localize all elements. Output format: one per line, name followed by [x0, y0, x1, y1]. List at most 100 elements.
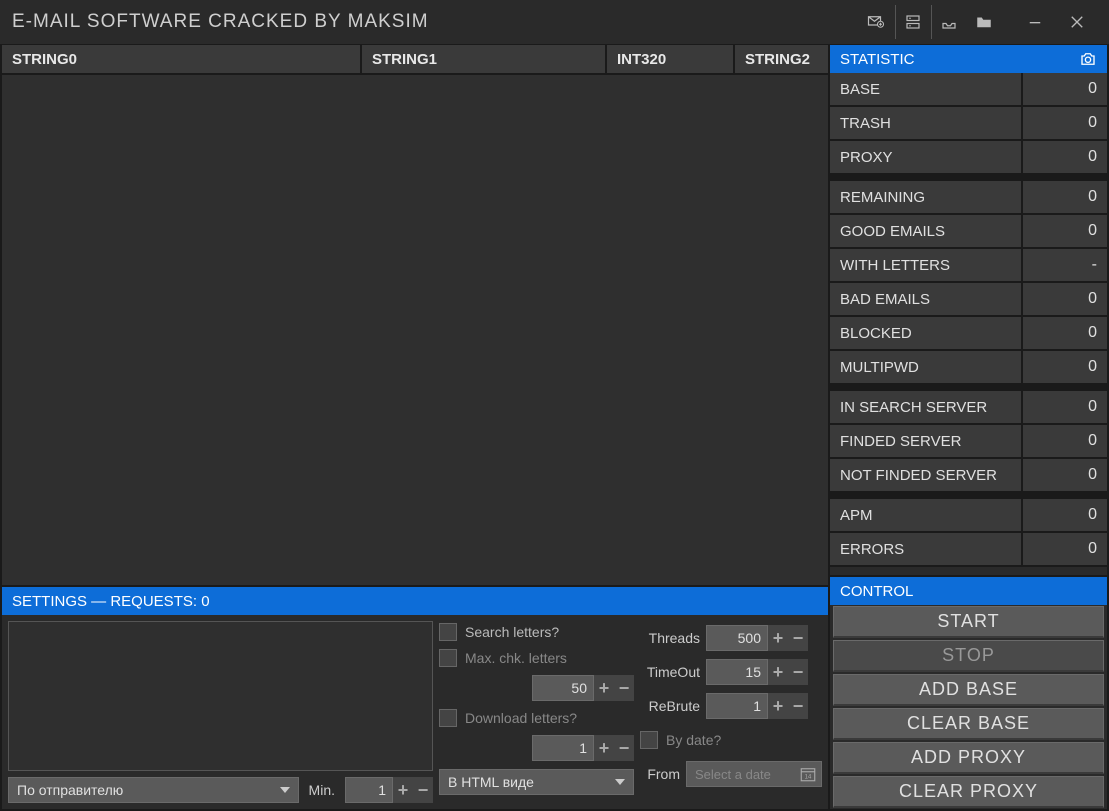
add-base-button[interactable]: ADD BASE [833, 674, 1104, 706]
download-letters-check[interactable]: Download letters? [439, 709, 634, 727]
min-minus-icon[interactable]: − [413, 777, 433, 803]
stat-label: BAD EMAILS [830, 283, 1023, 315]
settings-textarea[interactable] [8, 621, 433, 771]
stat-row: IN SEARCH SERVER0 [830, 385, 1107, 425]
stop-button[interactable]: STOP [833, 640, 1104, 672]
minimize-button[interactable] [1015, 5, 1055, 39]
minus-icon[interactable]: − [614, 675, 634, 701]
checkbox-icon[interactable] [439, 709, 457, 727]
stat-value: 0 [1023, 533, 1107, 565]
timeout-stepper[interactable]: + − [706, 659, 808, 685]
table-header: STRING0 STRING1 INT320 STRING2 [2, 45, 828, 75]
stat-value: 0 [1023, 141, 1107, 173]
stat-label: IN SEARCH SERVER [830, 391, 1023, 423]
svg-text:14: 14 [805, 775, 812, 781]
stat-row: PROXY0 [830, 141, 1107, 175]
tray-icon[interactable] [931, 5, 965, 39]
stat-label: APM [830, 499, 1023, 531]
stat-value: 0 [1023, 181, 1107, 213]
close-button[interactable] [1057, 5, 1097, 39]
stat-row: GOOD EMAILS0 [830, 215, 1107, 249]
stat-label: BLOCKED [830, 317, 1023, 349]
stat-label: TRASH [830, 107, 1023, 139]
max-chk-check[interactable]: Max. chk. letters [439, 649, 634, 667]
stat-row: MULTIPWD0 [830, 351, 1107, 385]
timeout-input[interactable] [706, 659, 768, 685]
download-stepper[interactable]: + − [532, 735, 634, 761]
clear-base-button[interactable]: CLEAR BASE [833, 708, 1104, 740]
stat-value: 0 [1023, 391, 1107, 423]
download-input[interactable] [532, 735, 594, 761]
statistic-table: BASE0TRASH0PROXY0REMAINING0GOOD EMAILS0W… [830, 73, 1107, 567]
control-header: CONTROL [830, 577, 1107, 605]
camera-icon[interactable] [1079, 50, 1097, 68]
minus-icon[interactable]: − [788, 625, 808, 651]
col-int320[interactable]: INT320 [607, 45, 735, 73]
stat-label: BASE [830, 73, 1023, 105]
stat-value: 0 [1023, 107, 1107, 139]
col-string2[interactable]: STRING2 [735, 45, 828, 73]
server-icon[interactable] [895, 5, 929, 39]
titlebar: E-MAIL SOFTWARE CRACKED BY MAKSIM [0, 0, 1109, 45]
plus-icon[interactable]: + [594, 675, 614, 701]
min-label: Min. [305, 782, 339, 798]
stat-row: BLOCKED0 [830, 317, 1107, 351]
col-string0[interactable]: STRING0 [2, 45, 362, 73]
stat-label: GOOD EMAILS [830, 215, 1023, 247]
sender-select[interactable]: По отправителю [8, 777, 299, 803]
stat-label: MULTIPWD [830, 351, 1023, 383]
min-plus-icon[interactable]: + [393, 777, 413, 803]
calendar-icon: 14 [799, 765, 817, 783]
stat-row: FINDED SERVER0 [830, 425, 1107, 459]
min-input[interactable] [345, 777, 393, 803]
plus-icon[interactable]: + [768, 625, 788, 651]
plus-icon[interactable]: + [768, 659, 788, 685]
max-chk-stepper[interactable]: + − [532, 675, 634, 701]
stat-label: NOT FINDED SERVER [830, 459, 1023, 491]
table-body [2, 75, 828, 585]
checkbox-icon[interactable] [439, 649, 457, 667]
minus-icon[interactable]: − [614, 735, 634, 761]
checkbox-icon[interactable] [640, 731, 658, 749]
rebrute-input[interactable] [706, 693, 768, 719]
checkbox-icon[interactable] [439, 623, 457, 641]
start-button[interactable]: START [833, 606, 1104, 638]
app-title: E-MAIL SOFTWARE CRACKED BY MAKSIM [12, 11, 429, 33]
add-proxy-button[interactable]: ADD PROXY [833, 742, 1104, 774]
stat-value: 0 [1023, 459, 1107, 491]
stat-label: PROXY [830, 141, 1023, 173]
stat-row: WITH LETTERS- [830, 249, 1107, 283]
minus-icon[interactable]: − [788, 693, 808, 719]
stat-value: 0 [1023, 351, 1107, 383]
mail-settings-icon[interactable] [859, 5, 893, 39]
plus-icon[interactable]: + [768, 693, 788, 719]
min-stepper[interactable]: + − [345, 777, 433, 803]
minus-icon[interactable]: − [788, 659, 808, 685]
stat-row: ERRORS0 [830, 533, 1107, 567]
stat-value: 0 [1023, 73, 1107, 105]
stat-label: FINDED SERVER [830, 425, 1023, 457]
col-string1[interactable]: STRING1 [362, 45, 607, 73]
stat-value: 0 [1023, 317, 1107, 349]
by-date-check[interactable]: By date? [640, 731, 822, 749]
stat-label: REMAINING [830, 181, 1023, 213]
stat-row: APM0 [830, 493, 1107, 533]
max-chk-input[interactable] [532, 675, 594, 701]
search-letters-check[interactable]: Search letters? [439, 623, 634, 641]
settings-header: SETTINGS — REQUESTS: 0 [2, 587, 828, 615]
stat-value: 0 [1023, 283, 1107, 315]
threads-input[interactable] [706, 625, 768, 651]
folder-icon[interactable] [967, 5, 1001, 39]
threads-label: Threads [640, 630, 700, 646]
from-date-picker[interactable]: Select a date 14 [686, 761, 822, 787]
format-select[interactable]: В HTML виде [439, 769, 634, 795]
threads-stepper[interactable]: + − [706, 625, 808, 651]
plus-icon[interactable]: + [594, 735, 614, 761]
clear-proxy-button[interactable]: CLEAR PROXY [833, 776, 1104, 808]
stat-value: 0 [1023, 425, 1107, 457]
stat-label: WITH LETTERS [830, 249, 1023, 281]
stat-value: 0 [1023, 215, 1107, 247]
rebrute-stepper[interactable]: + − [706, 693, 808, 719]
timeout-label: TimeOut [640, 664, 700, 680]
statistic-header: STATISTIC [830, 45, 1107, 73]
